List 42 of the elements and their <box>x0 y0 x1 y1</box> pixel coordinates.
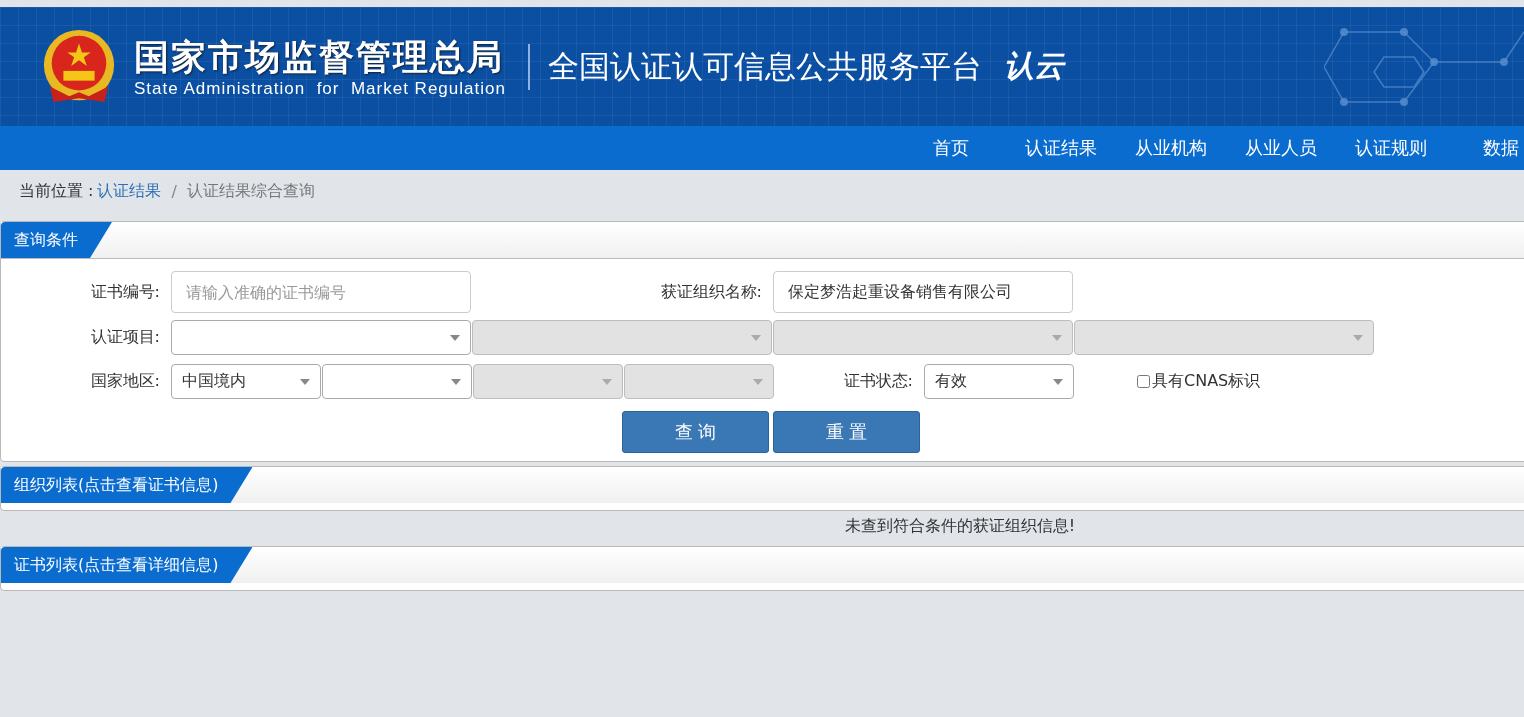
panel-title: 查询条件 <box>1 222 112 258</box>
dropdown[interactable]: 中国境内 <box>171 364 321 399</box>
caret-icon <box>1053 378 1063 385</box>
logo-text: 认云 <box>1003 47 1064 85</box>
breadcrumb-separator: / <box>171 181 177 201</box>
agency-english-name: State Administration for Market Regulation <box>134 78 506 99</box>
empty-message: 未查到符合条件的获证组织信息! <box>843 515 1077 537</box>
field-label: 证书编号: <box>89 281 160 303</box>
caret-icon <box>451 378 461 385</box>
panel-title: 组织列表(点击查看证书信息) <box>1 467 253 503</box>
caret-icon <box>1052 334 1062 341</box>
caret-icon <box>300 378 310 385</box>
field-label: 认证项目: <box>89 327 160 348</box>
cert-number-input[interactable]: 请输入准确的证书编号 <box>171 271 471 313</box>
nav-item[interactable]: 首页 <box>896 126 1006 170</box>
breadcrumb-current: 认证结果综合查询 <box>186 180 315 202</box>
org-name-input[interactable]: 保定梦浩起重设备销售有限公司 <box>773 271 1073 313</box>
dropdown[interactable]: 有效 <box>924 364 1074 399</box>
caret-icon <box>602 378 612 385</box>
nav-item[interactable]: 从业人员 <box>1226 126 1336 170</box>
checkbox[interactable] <box>1137 375 1150 388</box>
caret-icon <box>751 334 761 341</box>
panel-title: 证书列表(点击查看详细信息) <box>1 547 253 583</box>
nav-item[interactable]: 认证规则 <box>1336 126 1446 170</box>
caret-icon <box>753 378 763 385</box>
dropdown[interactable] <box>322 364 472 399</box>
checkbox-label: 具有CNAS标识 <box>1152 371 1261 392</box>
reset-button[interactable]: 重 置 <box>773 411 920 453</box>
search-button[interactable]: 查 询 <box>622 411 769 453</box>
field-label: 证书状态: <box>842 371 913 392</box>
field-label: 国家地区: <box>89 371 160 392</box>
breadcrumb-link[interactable]: 认证结果 <box>97 180 162 202</box>
nav-item[interactable]: 数据 <box>1446 126 1524 170</box>
caret-icon <box>1353 334 1363 341</box>
dropdown[interactable] <box>171 320 471 355</box>
nav-item[interactable]: 认证结果 <box>1006 126 1116 170</box>
platform-title: 全国认证认可信息公共服务平台 <box>547 46 982 86</box>
agency-name: 国家市场监督管理总局 <box>134 35 505 79</box>
caret-icon <box>450 334 460 341</box>
breadcrumb-label: 当前位置 : <box>19 180 94 202</box>
field-label: 获证组织名称: <box>659 281 762 303</box>
nav-item[interactable]: 从业机构 <box>1116 126 1226 170</box>
